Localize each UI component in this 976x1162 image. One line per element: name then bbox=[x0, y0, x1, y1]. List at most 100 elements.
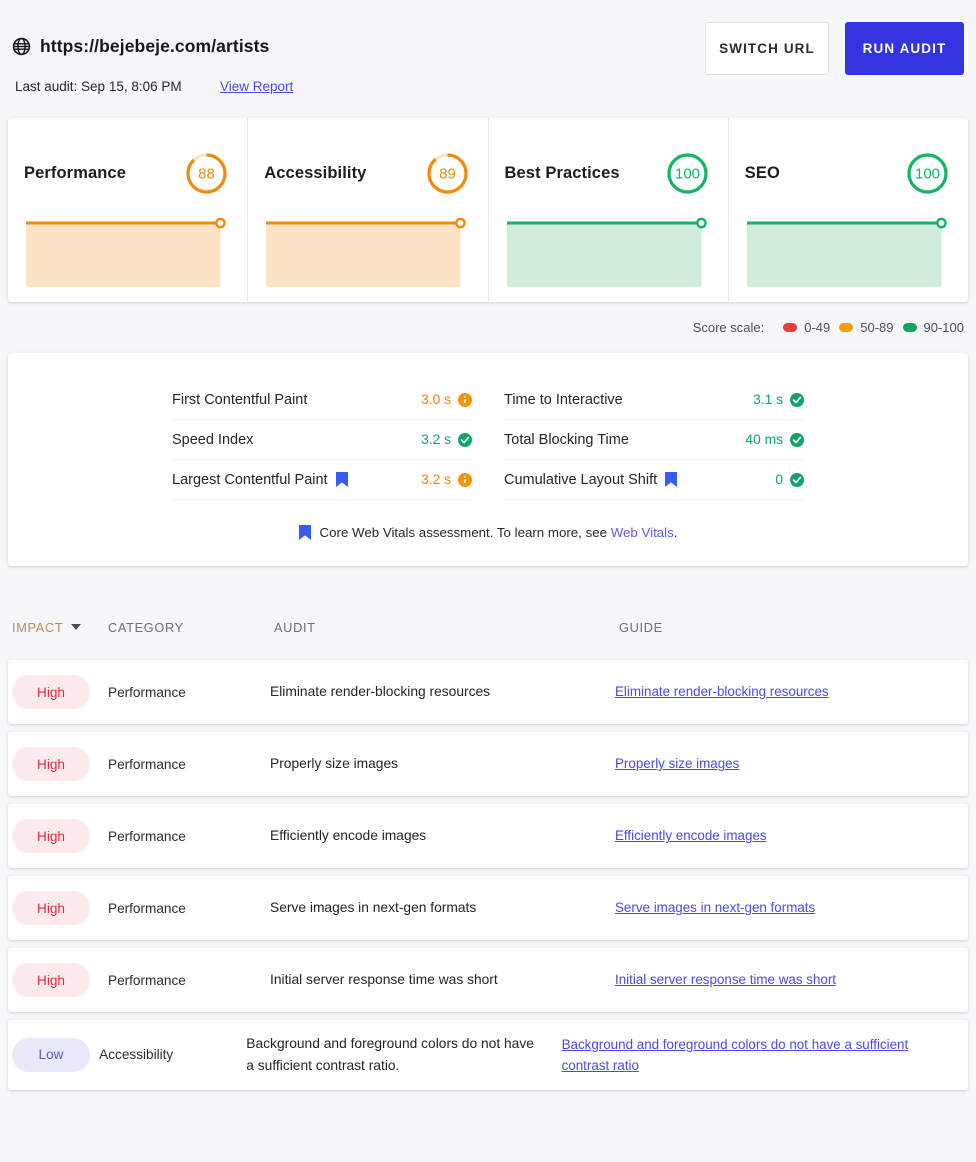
cell-impact: High bbox=[12, 819, 108, 853]
cell-category: Performance bbox=[108, 756, 186, 772]
metric-label: First Contentful Paint bbox=[172, 391, 308, 408]
view-report-link[interactable]: View Report bbox=[220, 79, 293, 94]
score-scale-range: 0-49 bbox=[804, 320, 831, 335]
web-vitals-link[interactable]: Web Vitals bbox=[611, 525, 674, 540]
guide-link[interactable]: Initial server response time was short bbox=[615, 972, 836, 987]
cell-category: Performance bbox=[108, 684, 186, 700]
table-row[interactable]: High Performance Initial server response t… bbox=[8, 948, 968, 1012]
check-circle-icon bbox=[790, 472, 804, 487]
column-header-category[interactable]: CATEGORY bbox=[108, 620, 274, 635]
table-row[interactable]: High Performance Eliminate render-blocking… bbox=[8, 660, 968, 724]
vitals-note-text: Core Web Vitals assessment. To learn mor… bbox=[319, 525, 678, 540]
cell-impact: High bbox=[12, 891, 108, 925]
cell-audit: Background and foreground colors do not … bbox=[246, 1036, 534, 1073]
cell-guide: Properly size images bbox=[615, 753, 964, 774]
score-card[interactable]: Accessibility 89 bbox=[248, 118, 489, 302]
score-card[interactable]: Performance 88 bbox=[8, 118, 249, 302]
cell-guide: Efficiently encode images bbox=[615, 825, 964, 846]
score-sparkline bbox=[25, 217, 226, 287]
metric-row: Time to Interactive 3.1 s bbox=[504, 380, 804, 420]
switch-url-button[interactable]: SWITCH URL bbox=[705, 22, 829, 75]
metric-row: Cumulative Layout Shift 0 bbox=[504, 460, 804, 500]
score-scale-dot bbox=[902, 323, 917, 332]
page-header: https://bejebeje.com/artists Last audit:… bbox=[0, 0, 976, 118]
table-row[interactable]: High Performance Serve images in next-gen … bbox=[8, 876, 968, 940]
metrics-grid: First Contentful Paint 3.0 s Speed Index 3.… bbox=[8, 380, 968, 500]
column-header-impact[interactable]: IMPACT bbox=[12, 620, 108, 635]
guide-link[interactable]: Properly size images bbox=[615, 756, 739, 771]
score-gauge: 100 bbox=[907, 152, 948, 194]
audited-url: https://bejebeje.com/artists bbox=[40, 36, 270, 56]
metrics-panel: First Contentful Paint 3.0 s Speed Index 3.… bbox=[8, 353, 968, 566]
metric-label: Total Blocking Time bbox=[504, 431, 629, 448]
score-sparkline bbox=[506, 217, 707, 287]
cell-impact: High bbox=[12, 963, 108, 997]
metrics-section: First Contentful Paint 3.0 s Speed Index 3.… bbox=[0, 335, 976, 566]
score-card-title: Best Practices bbox=[504, 163, 620, 182]
table-row[interactable]: High Performance Properly size images Prope… bbox=[8, 732, 968, 796]
score-card[interactable]: SEO 100 bbox=[729, 118, 968, 302]
score-card-top: Best Practices 100 bbox=[505, 150, 710, 196]
score-sparkline bbox=[746, 217, 947, 287]
cell-impact: High bbox=[12, 747, 108, 781]
score-card-title: Performance bbox=[24, 163, 126, 182]
score-scale-item: 90-100 bbox=[902, 320, 964, 335]
score-cards: Performance 88 Accessibility 89 Best Practic… bbox=[8, 118, 968, 302]
score-card-top: SEO 100 bbox=[745, 150, 950, 196]
metric-row: First Contentful Paint 3.0 s bbox=[172, 380, 472, 420]
cell-guide: Initial server response time was short bbox=[615, 969, 964, 990]
cell-audit: Eliminate render-blocking resources bbox=[270, 684, 491, 700]
impact-badge: High bbox=[12, 891, 90, 925]
cell-audit: Initial server response time was short bbox=[270, 972, 498, 988]
cell-guide: Background and foreground colors do not … bbox=[562, 1034, 964, 1076]
score-card[interactable]: Best Practices 100 bbox=[489, 118, 729, 302]
score-card-title: SEO bbox=[744, 163, 780, 182]
score-scale-legend: Score scale: 0-49 50-89 90-100 bbox=[0, 302, 976, 335]
run-audit-button[interactable]: RUN AUDIT bbox=[845, 22, 964, 75]
score-scale-dot bbox=[783, 323, 798, 332]
metric-name: Largest Contentful Paint bbox=[172, 472, 348, 488]
bookmark-icon bbox=[665, 472, 678, 487]
last-audit-timestamp: Last audit: Sep 15, 8:06 PM bbox=[15, 79, 182, 94]
guide-link[interactable]: Serve images in next-gen formats bbox=[615, 900, 815, 915]
score-cards-section: Performance 88 Accessibility 89 Best Practic… bbox=[0, 118, 976, 302]
info-circle-icon bbox=[458, 392, 472, 407]
metric-label: Largest Contentful Paint bbox=[172, 471, 328, 488]
cell-guide: Eliminate render-blocking resources bbox=[615, 681, 964, 702]
metric-row: Total Blocking Time 40 ms bbox=[504, 420, 804, 460]
score-card-top: Accessibility 89 bbox=[264, 150, 469, 196]
metric-label: Cumulative Layout Shift bbox=[504, 471, 658, 488]
header-actions: SWITCH URL RUN AUDIT bbox=[705, 22, 964, 75]
audit-table-header: IMPACT CATEGORY AUDIT GUIDE bbox=[0, 594, 976, 660]
guide-link[interactable]: Efficiently encode images bbox=[615, 828, 767, 843]
score-scale-dot bbox=[839, 323, 854, 332]
metric-label: Time to Interactive bbox=[504, 391, 623, 408]
cell-category: Performance bbox=[108, 828, 186, 844]
score-scale-range: 90-100 bbox=[923, 320, 964, 335]
cell-impact: Low bbox=[12, 1037, 99, 1072]
score-gauge: 100 bbox=[667, 152, 708, 194]
cell-category: Accessibility bbox=[99, 1047, 174, 1063]
metrics-column-right: Time to Interactive 3.1 s Total Blocking T… bbox=[504, 380, 804, 500]
metrics-column-left: First Contentful Paint 3.0 s Speed Index 3.… bbox=[172, 380, 472, 500]
score-gauge: 88 bbox=[186, 152, 227, 194]
score-card-top: Performance 88 bbox=[24, 150, 229, 196]
column-header-impact-label: IMPACT bbox=[12, 619, 64, 635]
guide-link[interactable]: Eliminate render-blocking resources bbox=[615, 684, 829, 699]
metric-name: First Contentful Paint bbox=[172, 392, 307, 408]
cell-category: Performance bbox=[108, 900, 186, 916]
metric-name: Total Blocking Time bbox=[504, 432, 629, 448]
cell-audit: Serve images in next-gen formats bbox=[270, 900, 477, 916]
metric-value: 40 ms bbox=[745, 432, 783, 447]
metric-label: Speed Index bbox=[172, 431, 254, 448]
check-circle-icon bbox=[790, 432, 804, 447]
guide-link[interactable]: Background and foreground colors do not … bbox=[562, 1037, 909, 1073]
table-row[interactable]: Low Accessibility Background and foregroun… bbox=[8, 1020, 968, 1090]
column-header-guide[interactable]: GUIDE bbox=[619, 620, 964, 635]
metric-name: Cumulative Layout Shift bbox=[504, 471, 678, 488]
score-sparkline bbox=[266, 217, 466, 287]
score-gauge-value: 89 bbox=[439, 165, 456, 182]
table-row[interactable]: High Performance Efficiently encode images… bbox=[8, 804, 968, 868]
column-header-audit[interactable]: AUDIT bbox=[274, 620, 619, 635]
metric-value: 0 bbox=[775, 472, 783, 487]
